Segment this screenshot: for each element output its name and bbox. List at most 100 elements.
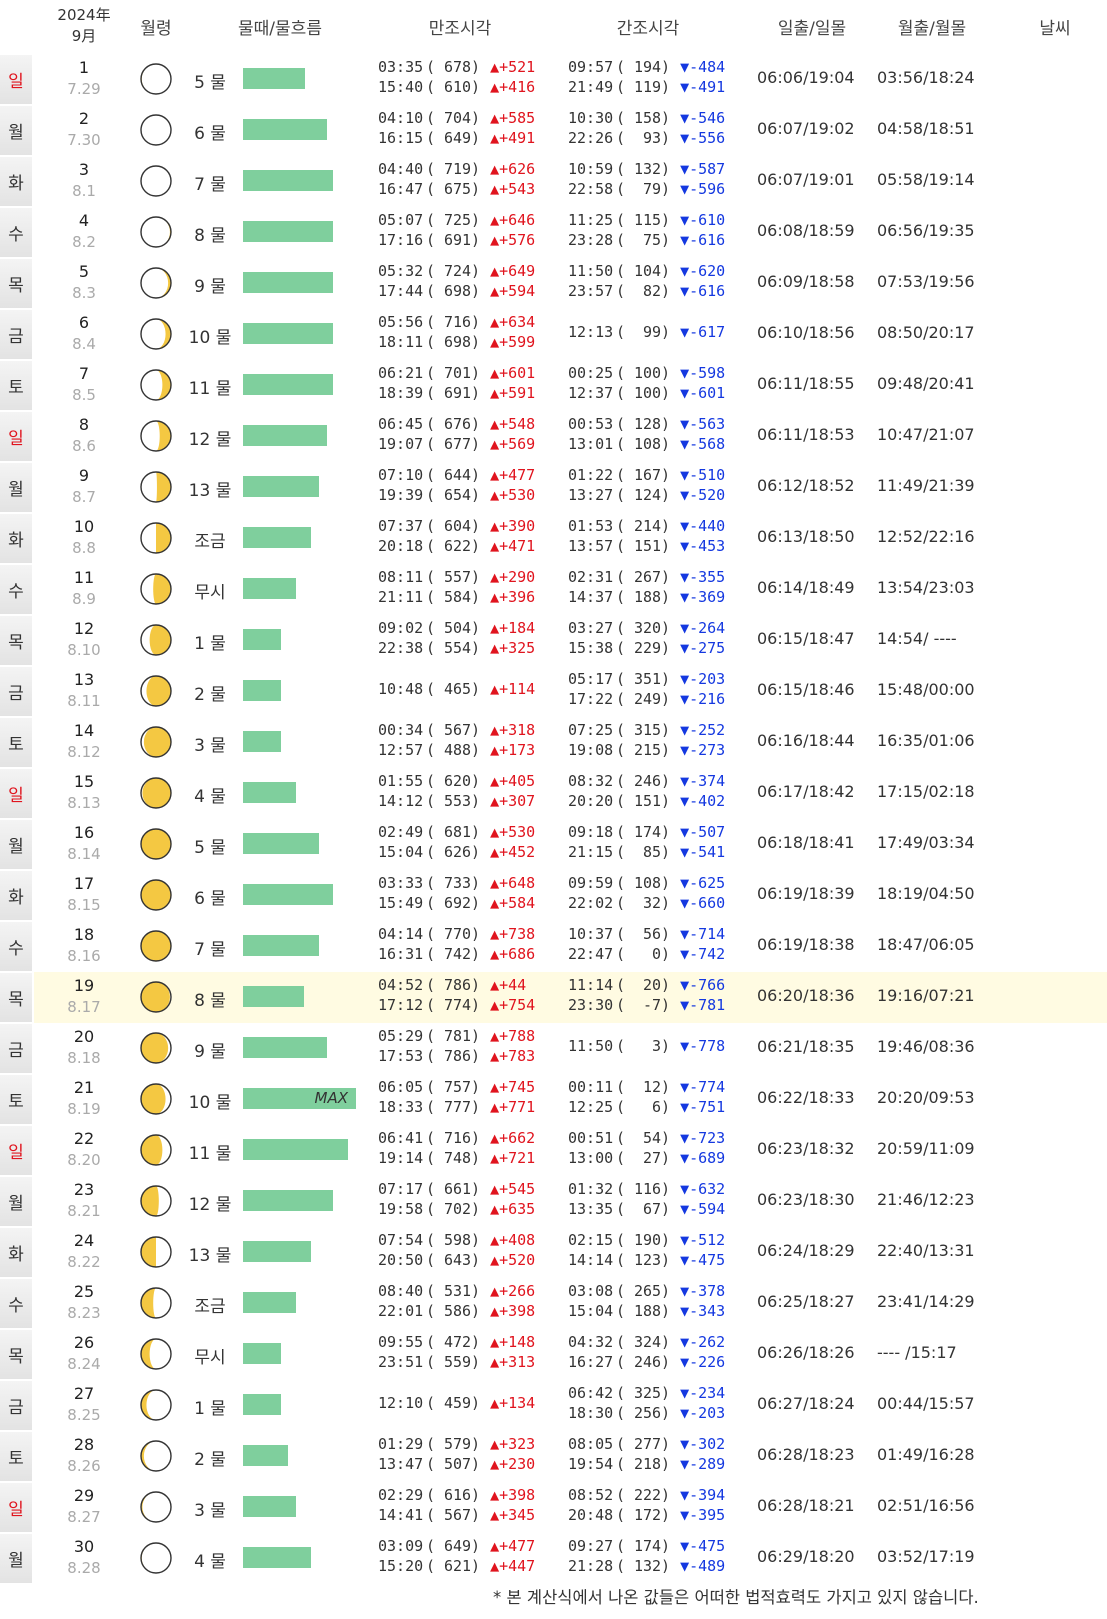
lunar-date: 8.18 xyxy=(67,1049,101,1067)
low-tide-entry: 21:49(119) ▼-491 xyxy=(568,78,748,96)
high-tide-level: 676 xyxy=(443,415,472,433)
solar-date: 14 xyxy=(73,721,95,740)
header-year: 2024年 xyxy=(57,6,111,24)
table-row: 월 2 7.30 6 물 04:10(704) ▲+585 16:15(649) ▲+491 1… xyxy=(0,105,1107,156)
solar-date: 30 xyxy=(73,1537,95,1556)
low-tide-level: 79 xyxy=(633,180,662,198)
low-tide-level: 351 xyxy=(633,670,662,688)
tide-flow-bar xyxy=(243,680,281,701)
high-tide-level: 698 xyxy=(443,282,472,300)
weekday-label: 월 xyxy=(0,463,32,512)
lunar-date: 8.22 xyxy=(67,1253,101,1271)
high-tide-entry: 19:14(748) ▲+721 xyxy=(378,1149,558,1167)
low-tide-entry: 02:15(190) ▼-512 xyxy=(568,1231,748,1249)
mulddae-label: 8 물 xyxy=(194,226,226,246)
moonrise-moonset: 00:44/15:57 xyxy=(877,1394,975,1413)
low-tide-entry: 19:54(218) ▼-289 xyxy=(568,1455,748,1473)
solar-date: 4 xyxy=(78,211,90,230)
low-tide-diff: ▼-620 xyxy=(680,262,726,280)
low-tide-time: 00:11 xyxy=(568,1078,614,1096)
high-tide-level: 531 xyxy=(443,1282,472,1300)
high-tide-level: 644 xyxy=(443,466,472,484)
high-tide-diff: ▲+398 xyxy=(490,1486,536,1504)
high-tide-level: 579 xyxy=(443,1435,472,1453)
moon-phase-icon xyxy=(140,1083,172,1115)
low-tide-entry: 02:31(267) ▼-355 xyxy=(568,568,748,586)
low-tide-time: 02:31 xyxy=(568,568,614,586)
high-tide-time: 15:04 xyxy=(378,843,424,861)
high-tide-level: 702 xyxy=(443,1200,472,1218)
weekday-label: 목 xyxy=(0,1330,32,1379)
moon-phase-icon xyxy=(140,1491,172,1523)
solar-date: 12 xyxy=(73,619,95,638)
high-tide-time: 07:10 xyxy=(378,466,424,484)
lunar-date: 7.30 xyxy=(67,131,101,149)
table-row: 토 7 8.5 11 물 06:21(701) ▲+601 18:39(691) ▲+591 0… xyxy=(0,360,1107,411)
high-tide-diff: ▲+325 xyxy=(490,639,536,657)
high-tide-level: 459 xyxy=(443,1394,472,1412)
high-tide-diff: ▲+134 xyxy=(490,1394,536,1412)
table-row: 일 15 8.13 4 물 01:55(620) ▲+405 14:12(553) ▲+307… xyxy=(0,768,1107,819)
high-tide-diff: ▲+345 xyxy=(490,1506,536,1524)
moon-phase-icon xyxy=(140,471,172,503)
mulddae-label: 10 물 xyxy=(188,1093,232,1113)
high-tide-time: 18:39 xyxy=(378,384,424,402)
low-tide-time: 22:58 xyxy=(568,180,614,198)
low-tide-diff: ▼-273 xyxy=(680,741,726,759)
sunrise-sunset: 06:15/18:46 xyxy=(757,680,855,699)
header-moon-age: 월령 xyxy=(140,18,172,39)
high-tide-level: 586 xyxy=(443,1302,472,1320)
moon-phase-icon xyxy=(140,1185,172,1217)
high-tide-level: 704 xyxy=(443,109,472,127)
high-tide-diff: ▲+626 xyxy=(490,160,536,178)
weekday-label: 토 xyxy=(0,1432,32,1481)
moonrise-moonset: 11:49/21:39 xyxy=(877,476,975,495)
high-tide-diff: ▲+788 xyxy=(490,1027,536,1045)
high-tide-entry: 04:52(786) ▲+44 xyxy=(378,976,558,994)
low-tide-entry: 11:50( 3) ▼-778 xyxy=(568,1037,748,1055)
high-tide-time: 03:09 xyxy=(378,1537,424,1555)
high-tide-diff: ▲+738 xyxy=(490,925,536,943)
table-row: 일 8 8.6 12 물 06:45(676) ▲+548 19:07(677) ▲+569 0… xyxy=(0,411,1107,462)
low-tide-entry: 00:51( 54) ▼-723 xyxy=(568,1129,748,1147)
low-tide-level: 100 xyxy=(633,384,662,402)
high-tide-time: 06:21 xyxy=(378,364,424,382)
low-tide-time: 08:05 xyxy=(568,1435,614,1453)
low-tide-level: 93 xyxy=(633,129,662,147)
moonrise-moonset: 12:52/22:16 xyxy=(877,527,975,546)
low-tide-time: 07:25 xyxy=(568,721,614,739)
tide-flow-bar xyxy=(243,476,319,497)
lunar-date: 8.26 xyxy=(67,1457,101,1475)
moon-phase-icon xyxy=(140,726,172,758)
low-tide-entry: 13:00( 27) ▼-689 xyxy=(568,1149,748,1167)
high-tide-diff: ▲+576 xyxy=(490,231,536,249)
low-tide-entry: 11:14( 20) ▼-766 xyxy=(568,976,748,994)
lunar-date: 8.10 xyxy=(67,641,101,659)
high-tide-level: 488 xyxy=(443,741,472,759)
high-tide-time: 05:32 xyxy=(378,262,424,280)
low-tide-level: 320 xyxy=(633,619,662,637)
high-tide-time: 18:33 xyxy=(378,1098,424,1116)
low-tide-level: 75 xyxy=(633,231,662,249)
weekday-label: 목 xyxy=(0,616,32,665)
high-tide-diff: ▲+548 xyxy=(490,415,536,433)
moonrise-moonset: 23:41/14:29 xyxy=(877,1292,975,1311)
high-tide-entry: 17:53(786) ▲+783 xyxy=(378,1047,558,1065)
moon-phase-icon xyxy=(140,1032,172,1064)
moonrise-moonset: 15:48/00:00 xyxy=(877,680,975,699)
low-tide-diff: ▼-541 xyxy=(680,843,726,861)
table-row: 일 29 8.27 3 물 02:29(616) ▲+398 14:41(567) ▲+345… xyxy=(0,1482,1107,1533)
low-tide-level: 54 xyxy=(633,1129,662,1147)
high-tide-diff: ▲+44 xyxy=(490,976,527,994)
low-tide-diff: ▼-723 xyxy=(680,1129,726,1147)
high-tide-level: 719 xyxy=(443,160,472,178)
sunrise-sunset: 06:26/18:26 xyxy=(757,1343,855,1362)
low-tide-level: 0 xyxy=(633,945,662,963)
solar-date: 29 xyxy=(73,1486,95,1505)
high-tide-level: 786 xyxy=(443,976,472,994)
high-tide-entry: 12:10(459) ▲+134 xyxy=(378,1394,558,1412)
high-tide-time: 17:53 xyxy=(378,1047,424,1065)
mulddae-label: 4 물 xyxy=(194,787,226,807)
low-tide-diff: ▼-660 xyxy=(680,894,726,912)
solar-date: 21 xyxy=(73,1078,95,1097)
